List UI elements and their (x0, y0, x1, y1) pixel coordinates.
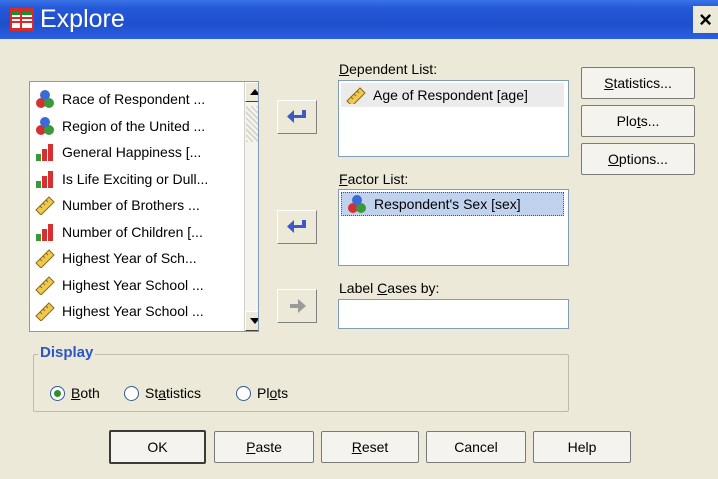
scroll-down-button[interactable] (245, 311, 258, 331)
variable-item-label: Highest Year School ... (62, 303, 204, 319)
dependent-label-mnemonic: D (339, 61, 350, 77)
dependent-list[interactable]: Age of Respondent [age] (338, 80, 569, 157)
ordinal-icon (36, 170, 53, 188)
close-button[interactable]: × (693, 6, 718, 33)
dependent-item-label: Age of Respondent [age] (373, 87, 528, 103)
variable-list-item[interactable]: Is Life Exciting or Dull... (34, 168, 244, 190)
scale-icon (35, 302, 55, 321)
scroll-thumb[interactable] (246, 106, 258, 142)
variable-list-item[interactable]: Number of Brothers ... (34, 194, 244, 216)
variable-list-item[interactable]: Race of Respondent ... (34, 88, 244, 110)
radio-both[interactable]: Both (50, 385, 100, 401)
variable-list-item[interactable]: Region of the United ... (34, 115, 244, 137)
reset-button[interactable]: Reset (321, 431, 419, 463)
explore-app-icon (10, 8, 34, 31)
factor-label-text: actor List: (347, 171, 409, 187)
variable-item-label: General Happiness [... (62, 144, 202, 160)
display-group (33, 354, 569, 412)
statistics-button[interactable]: Statistics... (581, 67, 695, 99)
variable-list-scrollbar[interactable] (244, 82, 258, 331)
factor-list-label: Factor List: (339, 171, 408, 187)
radio-statistics-circle[interactable] (124, 385, 139, 401)
variable-list[interactable]: Race of Respondent ... Region of the Unit… (29, 81, 259, 332)
dependent-list-label: Dependent List: (339, 61, 437, 77)
label-cases-mnemonic: C (377, 280, 388, 296)
dependent-label-text: ependent List: (349, 61, 438, 77)
arrow-right-icon (287, 110, 306, 123)
variable-item-label: Is Life Exciting or Dull... (62, 170, 209, 187)
scale-icon (346, 87, 366, 104)
arrow-right-icon (287, 220, 306, 233)
dependent-list-item[interactable]: Age of Respondent [age] (341, 83, 564, 107)
radio-both-circle[interactable] (50, 385, 65, 401)
title-bar[interactable]: Explore × (0, 0, 718, 39)
move-to-factor-button[interactable] (277, 210, 317, 244)
variable-list-item[interactable]: General Happiness [... (34, 141, 244, 163)
nominal-icon (348, 195, 366, 213)
paste-button[interactable]: Paste (214, 431, 314, 463)
nominal-icon (36, 90, 54, 108)
label-cases-field[interactable] (338, 299, 569, 329)
scroll-up-button[interactable] (245, 82, 258, 102)
variable-item-label: Number of Children [... (62, 223, 203, 240)
scale-icon (35, 249, 55, 268)
move-to-label-button[interactable] (277, 289, 317, 323)
ordinal-icon (36, 223, 53, 241)
variable-list-item[interactable]: Number of Children [... (34, 221, 244, 243)
variable-list-item[interactable]: Highest Year of Sch... (34, 247, 244, 269)
options-button[interactable]: Options... (581, 143, 695, 175)
window-title: Explore (40, 5, 125, 33)
variable-item-label: Highest Year of Sch... (62, 250, 197, 266)
ok-button[interactable]: OK (109, 430, 206, 464)
radio-plots[interactable]: Pl o ts (236, 385, 288, 401)
scale-icon (35, 275, 55, 295)
radio-statistics[interactable]: St a tistics (124, 385, 201, 401)
variable-list-item[interactable]: Highest Year School ... (34, 300, 244, 322)
factor-label-mnemonic: F (339, 171, 348, 187)
factor-list-item[interactable]: Respondent's Sex [sex] (341, 192, 564, 216)
label-cases-pre: Label (339, 280, 378, 296)
plots-button[interactable]: Plo t s... (581, 105, 695, 137)
factor-item-label: Respondent's Sex [sex] (374, 196, 521, 212)
arrow-right-icon (290, 299, 306, 313)
ordinal-icon (36, 144, 53, 161)
explore-dialog: Explore × Race of Respondent ... Region o… (0, 0, 718, 479)
nominal-icon (36, 116, 54, 135)
scale-icon (35, 196, 55, 215)
variable-list-item[interactable]: Highest Year School ... (34, 274, 244, 296)
variable-item-label: Race of Respondent ... (62, 91, 206, 107)
cancel-button[interactable]: Cancel (426, 431, 526, 463)
scroll-down-icon (250, 318, 258, 324)
variable-item-label: Highest Year School ... (62, 276, 204, 293)
factor-list[interactable]: Respondent's Sex [sex] (338, 189, 569, 266)
scroll-up-icon (250, 89, 258, 95)
variable-item-label: Number of Brothers ... (62, 197, 200, 213)
radio-plots-circle[interactable] (236, 385, 251, 401)
help-button[interactable]: Help (533, 431, 631, 463)
variable-item-label: Region of the United ... (62, 117, 206, 134)
label-cases-text: ases by: (387, 280, 440, 296)
move-to-dependent-button[interactable] (277, 100, 317, 134)
display-group-title: Display (38, 344, 96, 361)
label-cases-label: Label Cases by: (339, 280, 439, 296)
